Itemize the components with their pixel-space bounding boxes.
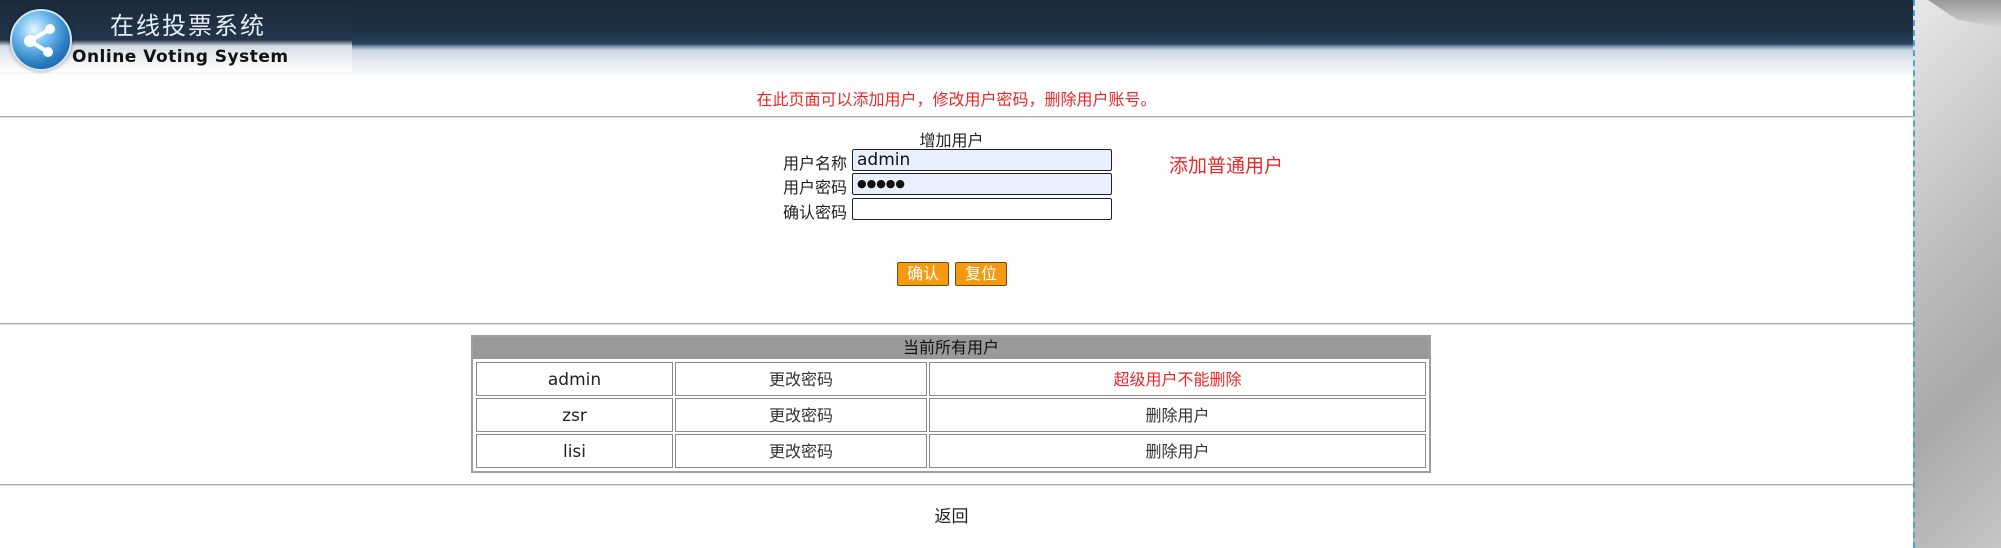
add-user-hint: 添加普通用户 [1169, 155, 1284, 177]
table-title: 当前所有用户 [473, 337, 1429, 359]
change-password-link[interactable]: 更改密码 [675, 362, 927, 396]
change-password-link[interactable]: 更改密码 [675, 434, 927, 468]
logo-icon [10, 9, 72, 71]
logo-panel: 在线投票系统 Online Voting System [0, 0, 352, 72]
cannot-delete-note: 超级用户不能删除 [929, 362, 1426, 396]
table-row: lisi 更改密码 删除用户 [475, 433, 1427, 469]
divider [0, 323, 1913, 325]
username-label: 用户名称 [782, 154, 847, 173]
change-password-link[interactable]: 更改密码 [675, 398, 927, 432]
confirm-password-label: 确认密码 [782, 203, 847, 222]
username-input[interactable]: admin [852, 149, 1112, 171]
user-name-cell: lisi [476, 434, 673, 468]
app-title-en: Online Voting System [72, 47, 289, 67]
reset-button[interactable]: 复位 [955, 262, 1007, 286]
app-title-cn: 在线投票系统 [110, 12, 266, 40]
table-row: admin 更改密码 超级用户不能删除 [475, 361, 1427, 397]
back-link[interactable]: 返回 [0, 502, 1903, 527]
password-label: 用户密码 [782, 178, 847, 197]
table-row: zsr 更改密码 删除用户 [475, 397, 1427, 433]
divider [0, 484, 1913, 486]
password-input[interactable]: ●●●●● [852, 173, 1112, 195]
users-table: 当前所有用户 admin 更改密码 超级用户不能删除 zsr 更改密码 删除用户… [471, 335, 1431, 473]
page-notice: 在此页面可以添加用户，修改用户密码，删除用户账号。 [756, 90, 1157, 109]
divider [0, 116, 1913, 118]
delete-user-link[interactable]: 删除用户 [929, 398, 1426, 432]
window-edge-decoration [1913, 0, 2001, 548]
confirm-button[interactable]: 确认 [897, 262, 949, 286]
delete-user-link[interactable]: 删除用户 [929, 434, 1426, 468]
table-body: admin 更改密码 超级用户不能删除 zsr 更改密码 删除用户 lisi 更… [473, 359, 1429, 471]
user-name-cell: zsr [476, 398, 673, 432]
form-title: 增加用户 [919, 131, 984, 150]
confirm-password-input[interactable] [852, 198, 1112, 220]
user-name-cell: admin [476, 362, 673, 396]
